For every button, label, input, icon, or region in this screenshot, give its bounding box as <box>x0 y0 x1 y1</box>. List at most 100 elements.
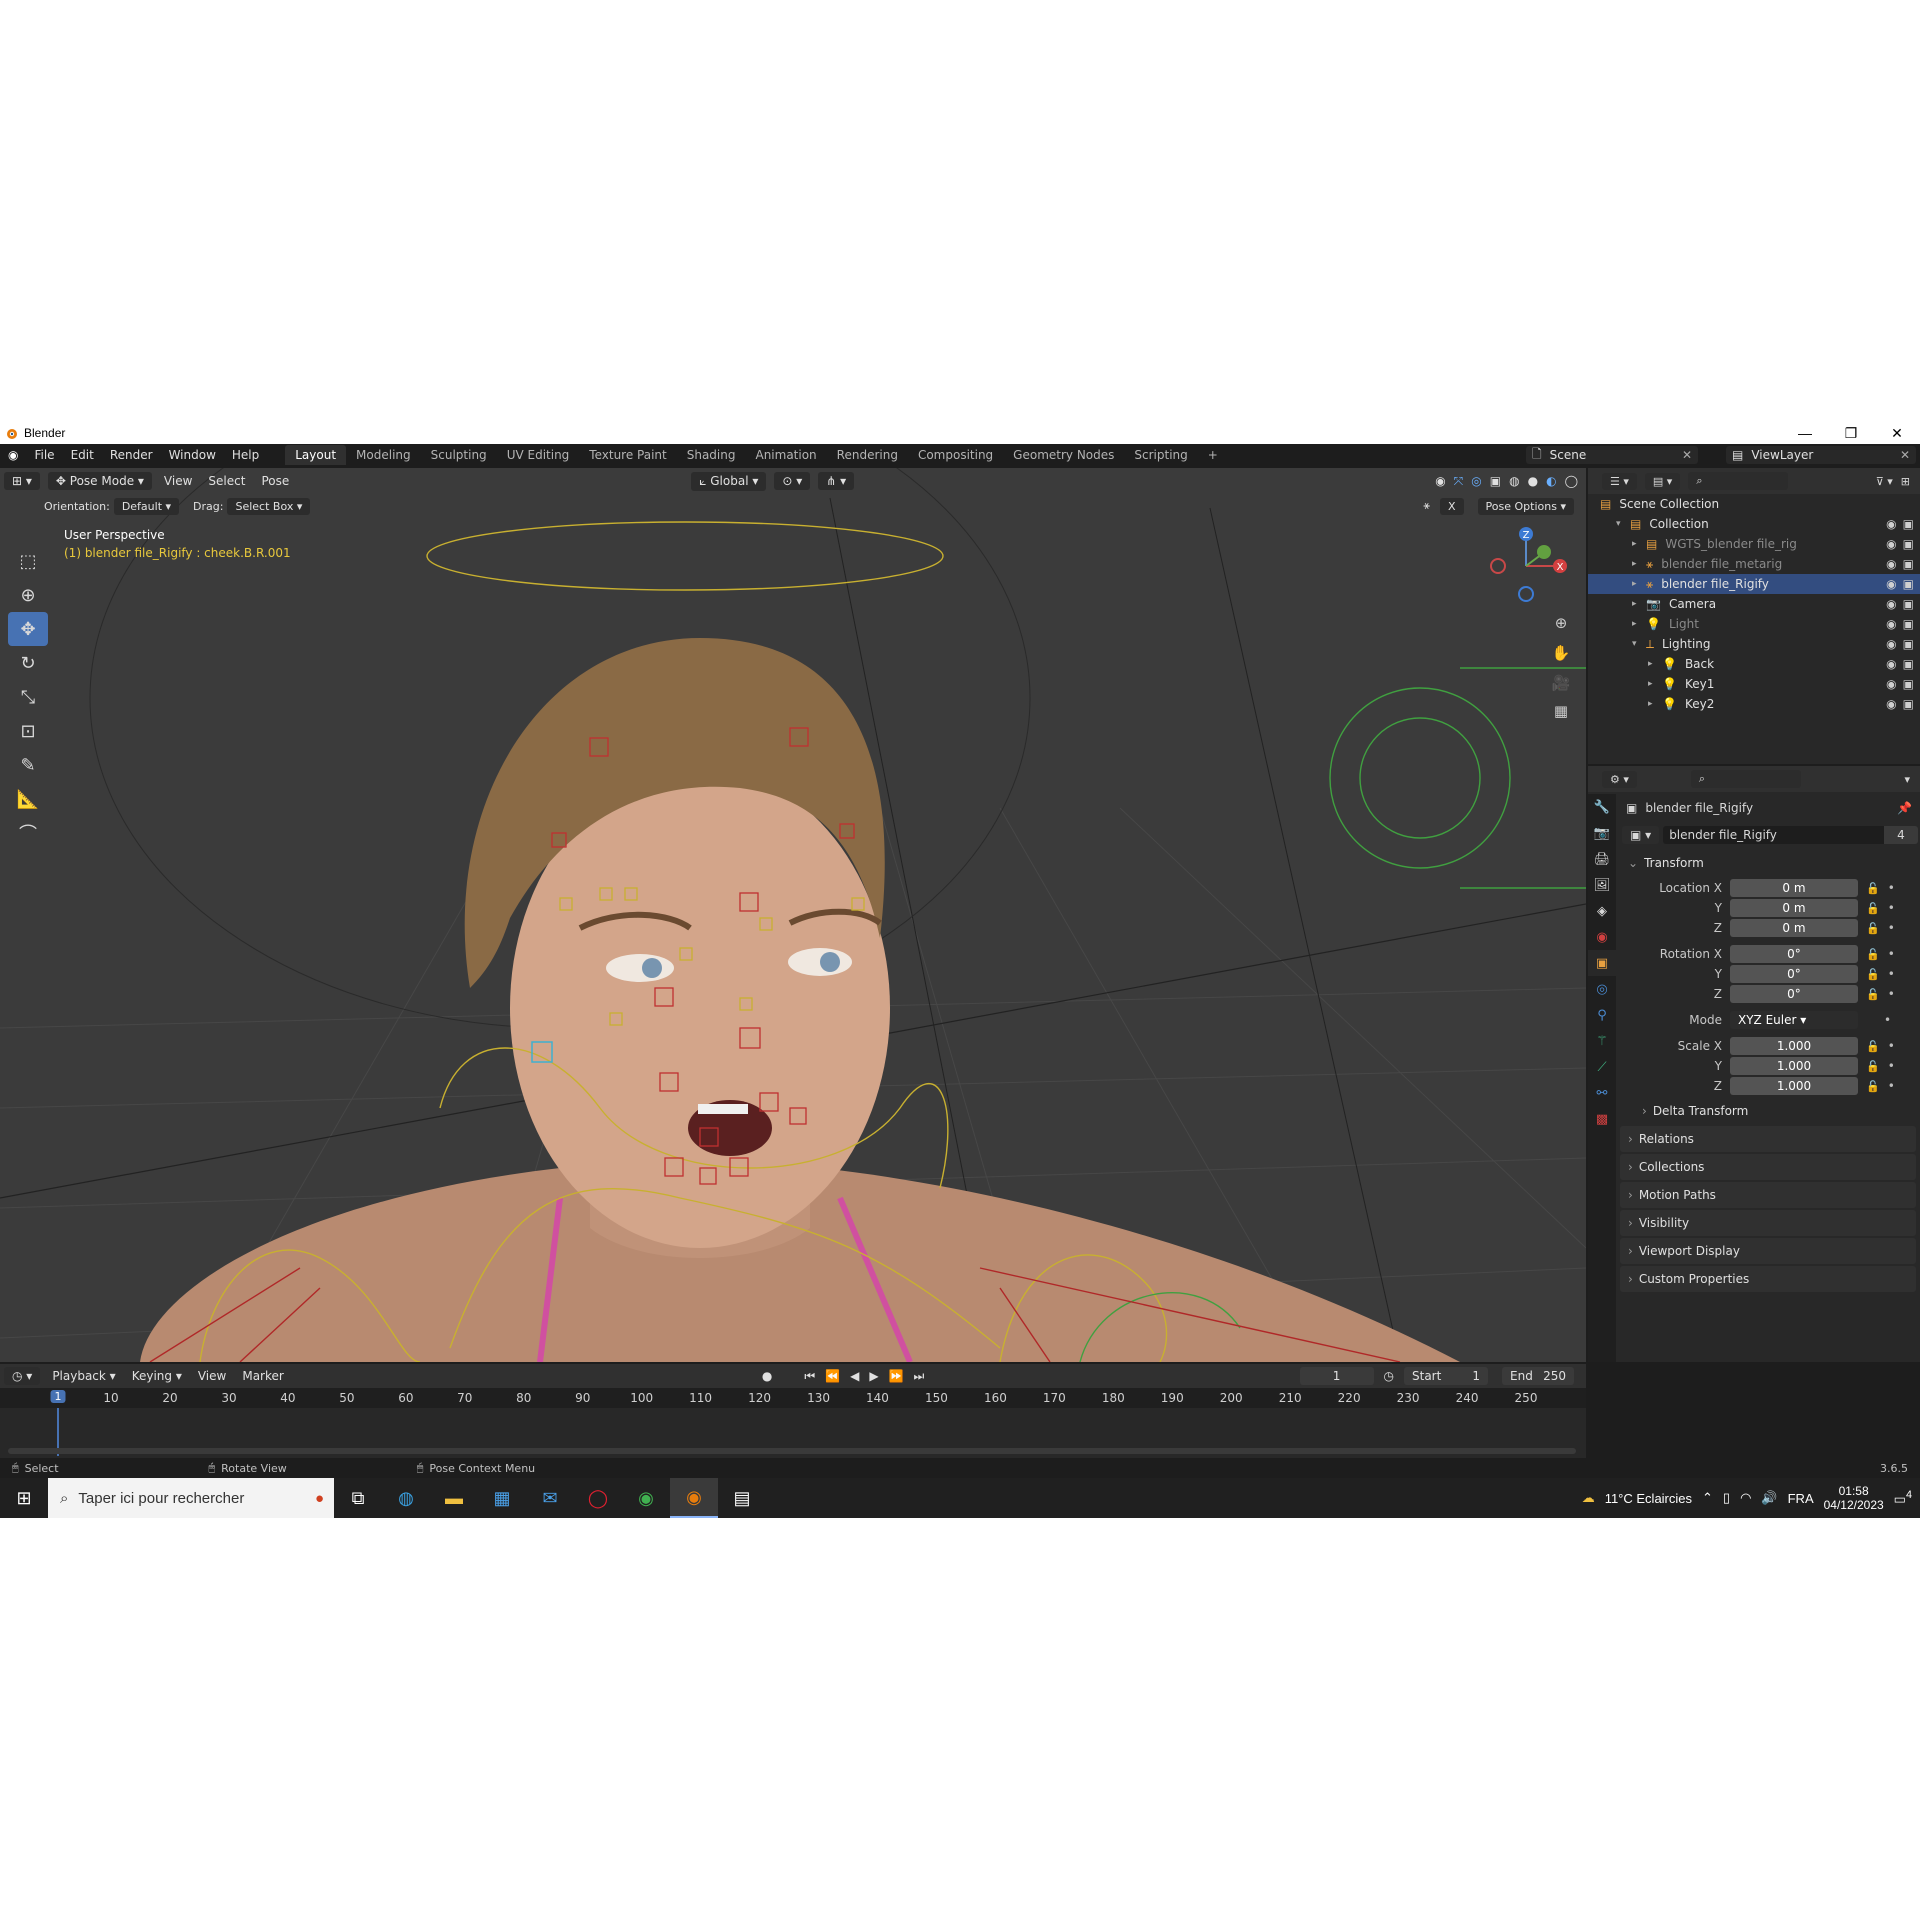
bone-constraints-tab-icon[interactable]: ⚯ <box>1588 1080 1616 1106</box>
pivot-point-dropdown[interactable]: ⊙ ▾ <box>774 472 811 490</box>
weather-icon[interactable]: ☁ <box>1582 1490 1595 1506</box>
render-camera-icon[interactable]: ▣ <box>1903 697 1914 711</box>
mode-dropdown[interactable]: ✥ Pose Mode ▾ <box>47 472 152 490</box>
wireframe-shading-icon[interactable]: ◍ <box>1509 474 1519 489</box>
language-indicator[interactable]: FRA <box>1788 1491 1814 1506</box>
tool-tab-icon[interactable]: 🔧 <box>1588 794 1616 820</box>
clock-icon[interactable]: ◷ <box>1384 1369 1394 1383</box>
pin-icon[interactable]: 📌 <box>1897 801 1912 815</box>
location-z-field[interactable]: 0 m <box>1730 919 1858 937</box>
keyframe-dot-icon[interactable]: • <box>1888 987 1895 1001</box>
lock-icon[interactable]: 🔓 <box>1866 882 1880 895</box>
render-camera-icon[interactable]: ▣ <box>1903 617 1914 631</box>
drag-dropdown[interactable]: Select Box ▾ <box>227 497 311 515</box>
data-block-name-field[interactable]: blender file_Rigify <box>1663 826 1884 844</box>
transform-orientation-dropdown[interactable]: ⟀ Global ▾ <box>691 471 767 491</box>
close-icon[interactable]: ✕ <box>1900 448 1910 462</box>
snap-dropdown[interactable]: ⋔ ▾ <box>818 472 855 490</box>
camera-view-icon[interactable]: 🎥 <box>1548 670 1574 696</box>
pose-options-dropdown[interactable]: Pose Options ▾ <box>1477 497 1574 515</box>
neg-z-axis-icon[interactable] <box>1518 586 1534 602</box>
gizmo-toggle-icon[interactable]: ⤧ <box>1454 474 1464 489</box>
jump-end-icon[interactable]: ⏭ <box>914 1369 925 1384</box>
location-y-field[interactable]: 0 m <box>1730 899 1858 917</box>
outliner-item-light[interactable]: ▸ 💡 Light ◉ ▣ <box>1588 614 1920 634</box>
panel-relations[interactable]: › Relations <box>1620 1126 1916 1152</box>
render-camera-icon[interactable]: ▣ <box>1903 577 1914 591</box>
eye-icon[interactable]: ◉ <box>1886 697 1896 711</box>
opera-browser-icon[interactable]: ◯ <box>574 1478 622 1518</box>
texture-tab-icon[interactable]: ▩ <box>1588 1106 1616 1132</box>
material-shading-icon[interactable]: ◐ <box>1546 474 1556 489</box>
play-reverse-icon[interactable]: ◀ <box>850 1369 859 1383</box>
eye-icon[interactable]: ◉ <box>1886 617 1896 631</box>
properties-editor-dropdown[interactable]: ⚙ ▾ <box>1602 770 1637 788</box>
rotation-x-field[interactable]: 0° <box>1730 945 1858 963</box>
lock-icon[interactable]: 🔓 <box>1866 948 1880 961</box>
eye-icon[interactable]: ◉ <box>1886 657 1896 671</box>
end-frame-field[interactable]: End 250 <box>1502 1367 1574 1385</box>
outliner-item-key1[interactable]: ▸ 💡 Key1 ◉ ▣ <box>1588 674 1920 694</box>
scale-icon[interactable]: ⤡ <box>8 680 48 714</box>
chevron-down-icon[interactable]: ▾ <box>1904 773 1910 786</box>
tab-sculpting[interactable]: Sculpting <box>421 445 497 465</box>
minimize-button[interactable]: — <box>1782 425 1828 442</box>
ortho-grid-icon[interactable]: ▦ <box>1548 698 1574 724</box>
eye-icon[interactable]: ◉ <box>1886 597 1896 611</box>
move-icon[interactable]: ✥ <box>8 612 48 646</box>
tab-scripting[interactable]: Scripting <box>1124 445 1197 465</box>
tab-rendering[interactable]: Rendering <box>827 445 908 465</box>
eye-icon[interactable]: ◉ <box>1886 637 1896 651</box>
keyframe-dot-icon[interactable]: • <box>1888 1079 1895 1093</box>
tab-animation[interactable]: Animation <box>745 445 826 465</box>
lock-icon[interactable]: 🔓 <box>1866 1040 1880 1053</box>
view-layer-selector[interactable]: ▤ ViewLayer ✕ <box>1726 446 1916 464</box>
orientation-dropdown[interactable]: Default ▾ <box>113 497 180 515</box>
output-tab-icon[interactable]: 🖨 <box>1588 846 1616 872</box>
expand-arrow-icon[interactable]: ▸ <box>1648 659 1662 669</box>
render-camera-icon[interactable]: ▣ <box>1903 597 1914 611</box>
tab-texture-paint[interactable]: Texture Paint <box>579 445 676 465</box>
prev-keyframe-icon[interactable]: ⏪ <box>825 1369 840 1383</box>
clock[interactable]: 01:58 04/12/2023 <box>1824 1484 1884 1512</box>
tab-geometry-nodes[interactable]: Geometry Nodes <box>1003 445 1124 465</box>
location-x-field[interactable]: 0 m <box>1730 879 1858 897</box>
weather-text[interactable]: 11°C Eclaircies <box>1605 1491 1692 1506</box>
keyframe-dot-icon[interactable]: • <box>1888 881 1895 895</box>
properties-search-input[interactable]: ⌕ <box>1690 770 1801 788</box>
eye-icon[interactable]: ◉ <box>1886 517 1896 531</box>
timeline-menu-playback[interactable]: Playback ▾ <box>44 1369 123 1383</box>
rotation-z-field[interactable]: 0° <box>1730 985 1858 1003</box>
3d-viewport[interactable]: ⊞ ▾ ✥ Pose Mode ▾ View Select Pose ⟀ Glo… <box>0 468 1586 1362</box>
viewport-menu-view[interactable]: View <box>156 474 200 488</box>
expand-arrow-icon[interactable]: ▸ <box>1648 699 1662 709</box>
editor-type-dropdown[interactable]: ⊞ ▾ <box>4 472 40 490</box>
render-camera-icon[interactable]: ▣ <box>1903 657 1914 671</box>
keyframe-dot-icon[interactable]: • <box>1888 947 1895 961</box>
chrome-browser-icon[interactable]: ◉ <box>622 1478 670 1518</box>
select-box-icon[interactable]: ⬚ <box>8 544 48 578</box>
timeline-menu-view[interactable]: View <box>190 1369 234 1383</box>
new-collection-icon[interactable]: ⊞ <box>1901 475 1910 488</box>
scene-selector[interactable]: 🗋 Scene ✕ <box>1526 446 1698 464</box>
physics-tab-icon[interactable]: ◎ <box>1588 976 1616 1002</box>
outliner-item-collection[interactable]: ▾ ▤ Collection ◉ ▣ <box>1588 514 1920 534</box>
taskbar-search-input[interactable]: ⌕ Taper ici pour rechercher ● <box>48 1478 334 1518</box>
pan-hand-icon[interactable]: ✋ <box>1548 640 1574 666</box>
users-count[interactable]: 4 <box>1884 826 1918 844</box>
menu-edit[interactable]: Edit <box>63 448 102 462</box>
object-tab-icon[interactable]: ▣ <box>1588 950 1616 976</box>
display-mode-dropdown[interactable]: ☰ ▾ <box>1602 472 1637 490</box>
expand-arrow-icon[interactable]: ▾ <box>1616 519 1630 529</box>
bone-tab-icon[interactable]: ⟋ <box>1588 1054 1616 1080</box>
expand-arrow-icon[interactable]: ▾ <box>1632 639 1646 649</box>
viewport-menu-pose[interactable]: Pose <box>253 474 297 488</box>
timeline-scrollbar[interactable] <box>8 1448 1576 1454</box>
notifications-icon[interactable]: ▭4 <box>1894 1489 1912 1507</box>
tab-modeling[interactable]: Modeling <box>346 445 421 465</box>
microsoft-store-icon[interactable]: ▦ <box>478 1478 526 1518</box>
tab-uv-editing[interactable]: UV Editing <box>497 445 580 465</box>
render-camera-icon[interactable]: ▣ <box>1903 557 1914 571</box>
outliner-item-blender-file-rigify[interactable]: ▸ ⚹ blender file_Rigify ◉ ▣ <box>1588 574 1920 594</box>
visibility-eye-icon[interactable]: ◉ <box>1435 474 1445 489</box>
